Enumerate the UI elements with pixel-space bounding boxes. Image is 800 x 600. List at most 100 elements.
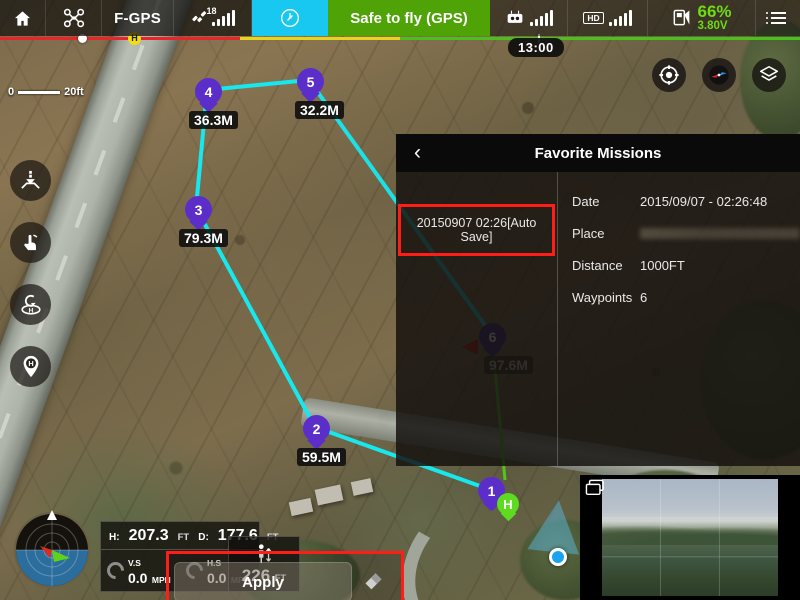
pointing-hand-icon	[24, 234, 38, 251]
waypoint-altitude-label: 79.3M	[179, 229, 228, 247]
erase-mission-button[interactable]	[356, 562, 396, 600]
rc-signal-indicator[interactable]	[490, 0, 568, 36]
map-layers-button[interactable]	[752, 58, 786, 92]
battery-indicator[interactable]: 66% 3.80V	[648, 0, 756, 36]
svg-text:H: H	[28, 307, 33, 314]
distance-label: D:	[198, 532, 209, 544]
home-pin-icon: H	[23, 355, 38, 377]
battery-voltage: 3.80V	[697, 19, 728, 32]
battery-status-icon	[674, 9, 690, 26]
scale-line	[18, 90, 61, 94]
waypoint-altitude-label: 59.5M	[297, 448, 346, 466]
attitude-radar-icon[interactable]	[8, 506, 96, 594]
map-scale-bar: 0 20ft	[8, 86, 84, 98]
video-signal-bars	[608, 9, 632, 26]
mission-detail-value: 1000FT	[640, 258, 685, 273]
main-menu-button[interactable]	[756, 0, 800, 36]
apply-button[interactable]: Apply	[174, 562, 352, 600]
panel-body: 20150907 02:26[Auto Save] Date 2015/09/07…	[396, 172, 800, 466]
rc-signal-bars	[529, 9, 553, 26]
fpv-camera-feed	[602, 479, 778, 596]
no-fly-compass-icon	[281, 9, 299, 27]
list-menu-icon	[765, 12, 786, 24]
waypoint-pin: 2	[303, 415, 330, 450]
mission-list-item[interactable]: 20150907 02:26[Auto Save]	[398, 204, 555, 256]
waypoint-pin: 5	[297, 68, 324, 103]
height-unit: FT	[177, 532, 190, 544]
mission-detail-row: Place	[572, 226, 800, 241]
waypoint-marker[interactable]: 3 79.3M	[179, 196, 228, 247]
favorite-missions-panel: ‹ Favorite Missions 20150907 02:26[Auto …	[396, 134, 800, 466]
waypoint-marker[interactable]: 5 32.2M	[295, 68, 344, 119]
height-label: H:	[109, 532, 120, 544]
land-arrow-icon	[21, 170, 40, 189]
tap-to-fly-tool[interactable]	[10, 222, 51, 263]
compass-icon	[709, 65, 729, 85]
flight-mode-label: F-GPS	[102, 0, 174, 36]
no-fly-zone-button[interactable]	[252, 0, 328, 36]
mission-detail-key: Distance	[572, 258, 623, 273]
mission-list: 20150907 02:26[Auto Save]	[396, 172, 558, 466]
progress-segment-yellow	[240, 37, 400, 40]
mission-detail-row: Date 2015/09/07 - 02:26:48	[572, 194, 800, 209]
mission-detail-row: Waypoints 6	[572, 290, 800, 305]
back-chevron-icon[interactable]: ‹	[408, 134, 427, 172]
compass-button[interactable]	[702, 58, 736, 92]
waypoint-pin: 4	[195, 78, 222, 113]
vs-value: 0.0	[128, 569, 148, 586]
waypoint-number: 2	[312, 420, 321, 437]
mission-detail-value: 6	[640, 290, 648, 305]
mission-details: Date 2015/09/07 - 02:26:48 Place Distance 10…	[558, 172, 800, 466]
auto-landing-tool[interactable]	[10, 160, 51, 201]
waypoint-pin: 3	[185, 196, 212, 231]
flight-timer: 13:00	[508, 38, 564, 57]
aircraft-status-button[interactable]	[46, 0, 102, 36]
waypoint-altitude-label: 36.3M	[189, 111, 238, 129]
drone-icon	[63, 8, 84, 28]
height-value: 207.3	[128, 527, 169, 545]
mission-detail-value-redacted	[640, 228, 800, 239]
home-point-marker[interactable]: H	[497, 493, 519, 522]
mission-detail-key: Place	[572, 226, 605, 241]
aircraft-position-icon	[549, 548, 567, 566]
swap-view-button[interactable]	[585, 479, 605, 502]
waypoint-marker[interactable]: 2 59.5M	[297, 415, 346, 466]
waypoint-number: 5	[306, 73, 315, 90]
map-controls	[652, 58, 786, 92]
panel-header: ‹ Favorite Missions	[396, 134, 800, 172]
mission-tools-panel: H H	[10, 160, 51, 387]
mission-detail-key: Waypoints	[572, 290, 633, 305]
mission-detail-key: Date	[572, 194, 600, 209]
layers-icon	[759, 65, 779, 81]
waypoint-altitude-label: 32.2M	[295, 101, 344, 119]
vs-label: V.S	[128, 558, 141, 569]
fpv-preview[interactable]	[580, 475, 800, 600]
crosshair-icon	[659, 65, 679, 85]
panel-title: Favorite Missions	[534, 144, 662, 162]
svg-text:H: H	[28, 359, 33, 368]
vertical-speed-gauge-icon	[103, 558, 128, 583]
fpv-grid-overlay	[602, 479, 778, 596]
mission-detail-value: 2015/09/07 - 02:26:48	[640, 194, 768, 209]
home-icon	[14, 10, 31, 26]
top-status-bar: F-GPS 18 Safe to fly (GPS) HD 66% 3.80V	[0, 0, 800, 36]
gps-signal-indicator[interactable]: 18	[174, 0, 252, 36]
home-point-tool[interactable]: H	[10, 346, 51, 387]
scale-distance: 20ft	[64, 86, 84, 98]
waypoint-marker[interactable]: 4 36.3M	[189, 78, 238, 129]
return-to-home-tool[interactable]: H	[10, 284, 51, 325]
waypoint-number: 3	[194, 201, 203, 218]
flight-status-banner: Safe to fly (GPS)	[328, 0, 490, 36]
apply-highlight-frame: Apply	[166, 551, 404, 600]
remote-controller-icon	[507, 10, 522, 23]
flight-progress-bar[interactable]: H	[0, 32, 800, 45]
drone-flight-app: H 1259.5M379.3M436.3M532.2M697.6M F-GPS	[0, 0, 800, 600]
return-home-icon: H	[20, 294, 41, 315]
eraser-icon	[365, 573, 382, 590]
aircraft-heading-cone	[527, 497, 585, 555]
mission-detail-row: Distance 1000FT	[572, 258, 800, 273]
home-button[interactable]	[0, 0, 46, 36]
locate-aircraft-button[interactable]	[652, 58, 686, 92]
video-downlink-indicator[interactable]: HD	[568, 0, 648, 36]
battery-percent: 66%	[697, 2, 732, 22]
